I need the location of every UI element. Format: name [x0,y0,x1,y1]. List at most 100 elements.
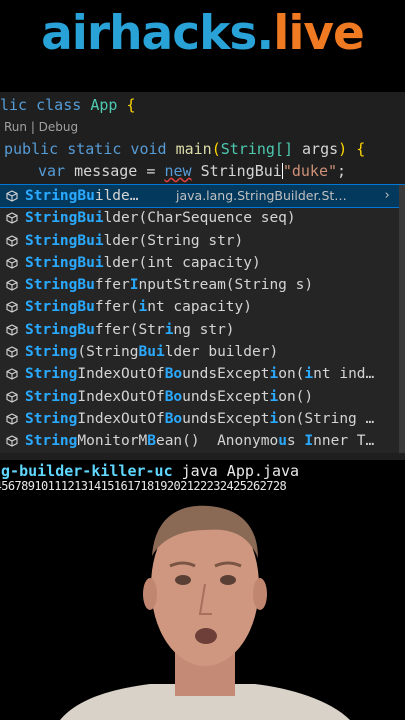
suggestion-text: MonitorM [77,433,148,450]
suggestion-item[interactable]: StringBuilder(String str) [0,230,405,252]
class-brace: { [126,96,136,114]
suggestion-item[interactable]: StringBuffer(int capacity) [0,296,405,318]
suggestion-label: StringIndexOutOfBoundsException(int ind… [25,363,374,385]
suggestion-widget[interactable]: StringBuilde… java.lang.StringBuilder.St…… [0,183,405,453]
match-highlight: i [304,366,314,383]
cube-icon [6,212,18,224]
terminal-directory: ng-builder-killer-uc [0,462,173,480]
code-line-var: var message = new StringBui"duke"; [38,162,346,180]
suggestion-label: StringIndexOutOfBoundsException(String … [25,408,374,430]
match-highlight: Bo [164,410,183,427]
class-name: App [90,96,118,114]
paren-open: ( [211,140,221,158]
new-keyword: new [164,162,192,180]
match-highlight: StringBu [25,299,95,316]
presenter-video [0,496,405,720]
match-highlight: i [269,410,279,427]
suggestion-item[interactable]: String(StringBuilder builder) [0,341,405,363]
match-highlight: StringBu [25,188,95,204]
suggestion-text: ffer(Str [94,321,165,338]
suggestion-text: nt ind… [313,366,375,383]
suggestion-text: lder(String str) [103,232,244,249]
suggestion-detail: java.lang.StringBuilder.St… [176,188,347,203]
suggestion-text: ffer( [94,299,139,316]
match-highlight: I [304,433,314,450]
match-highlight: i [269,388,279,405]
method-modifiers: public static void [4,140,167,158]
class-keyword: lic class [0,96,82,114]
cube-icon [6,234,18,247]
suggestion-item[interactable]: StringBuilder(int capacity) [0,252,405,274]
suggestion-item[interactable]: StringBuilder(CharSequence seq) [0,207,405,229]
match-highlight: String [25,366,78,383]
suggestion-item[interactable]: StringBuffer(String str) [0,319,405,341]
suggestion-text: ng str) [173,321,235,338]
match-highlight: StringBui [25,210,104,227]
suggestion-item[interactable]: StringIndexOutOfBoundsException() [0,386,405,408]
suggestion-text: ilde… [94,188,139,204]
suggestion-text: nputStream(String s) [138,277,314,294]
suggestion-text: lder builder) [164,344,279,361]
chevron-right-icon[interactable]: › [383,185,391,207]
typed-text: StringBui [200,162,282,180]
cube-icon [6,413,18,425]
suggestion-text: undsExcept [182,410,270,427]
suggestion-label: StringBuilder(String str) [25,230,243,252]
suggestion-text: on( [278,366,305,383]
suggestion-label: StringBuffer(int capacity) [25,296,252,318]
suggestion-label: StringIndexOutOfBoundsException() [25,386,313,408]
match-highlight: Bo [164,388,183,405]
var-keyword: var [38,162,66,180]
terminal-command: java App.java [172,462,300,480]
suggestion-text: lder(CharSequence seq) [103,210,296,227]
match-highlight: StringBui [25,254,104,271]
suggestion-item[interactable]: StringBuilde… java.lang.StringBuilder.St…… [0,183,405,209]
param-type: String[] [220,140,293,158]
suggestion-text: on() [278,388,314,405]
cube-icon [6,190,18,202]
code-editor[interactable]: lic class App { Run | Debug public stati… [0,92,405,460]
suggestion-item[interactable]: StringBufferInputStream(String s) [0,274,405,296]
suggestion-label: StringBuilde… [25,185,139,207]
suggestion-item[interactable]: StringIndexOutOfBoundsException(int ind… [0,363,405,385]
suggestion-text: IndexOutOf [77,410,165,427]
cube-icon [6,279,18,291]
suggestion-text: ean() Anonymo [155,433,279,450]
match-highlight: I [129,277,139,294]
terminal[interactable]: ng-builder-killer-uc java App.java 34567… [0,460,405,496]
suggestion-label: String(StringBuilder builder) [25,341,278,363]
terminal-prompt: ng-builder-killer-uc java App.java [0,462,299,480]
suggestion-text: IndexOutOf [77,366,165,383]
match-highlight: String [25,344,78,361]
brand-part1: airhacks. [41,6,274,61]
suggestion-item[interactable]: StringMonitorMBean() Anonymous Inner T… [0,430,405,452]
brand-part2: live [273,6,365,61]
suggestion-text: nt capacity) [147,299,252,316]
code-line-class: lic class App { [0,96,135,114]
suggestion-item[interactable]: StringIndexOutOfBoundsException(String … [0,408,405,430]
match-highlight: String [25,433,78,450]
suggestion-text: ffer [94,277,130,294]
match-highlight: StringBu [25,277,95,294]
match-highlight: Bui [138,344,165,361]
paren-close: ) [338,140,348,158]
method-name: main [175,140,212,158]
terminal-output: 3456789101112131415161718192021222324252… [0,479,287,493]
suggestion-scrollbar[interactable] [399,185,405,453]
suggestion-text: lder(int capacity) [103,254,261,271]
var-assign: message = [65,162,165,180]
match-highlight: i [138,299,148,316]
match-highlight: B [147,433,156,450]
match-highlight: String [25,410,78,427]
semicolon: ; [337,162,347,180]
param-name: args [293,140,339,158]
match-highlight: StringBui [25,232,104,249]
suggestion-text: s [286,433,305,450]
cube-icon [6,368,18,380]
suggestion-text: on(String … [278,410,375,427]
match-highlight: i [269,366,279,383]
suggestion-label: StringBuffer(String str) [25,319,235,341]
codelens-run-debug[interactable]: Run | Debug [4,120,78,134]
match-highlight: Bo [164,366,183,383]
suggestion-text: undsExcept [182,388,270,405]
